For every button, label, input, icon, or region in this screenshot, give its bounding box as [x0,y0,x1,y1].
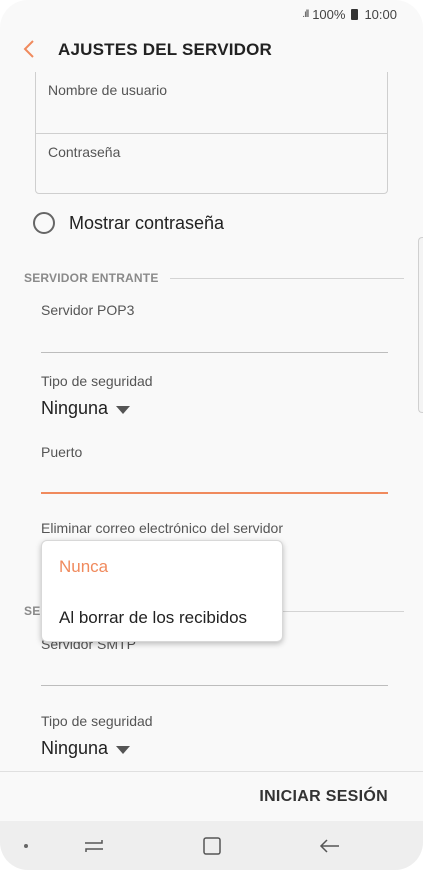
back-arrow-icon[interactable] [317,833,343,859]
login-button[interactable]: INICIAR SESIÓN [259,788,388,806]
system-nav-bar [0,821,423,870]
port-label: Puerto [41,444,83,460]
incoming-security-label: Tipo de seguridad [41,373,153,389]
section-divider [283,611,404,612]
smtp-server-input[interactable] [41,685,388,686]
incoming-security-select[interactable]: Ninguna [41,398,131,419]
outgoing-security-label: Tipo de seguridad [41,713,153,729]
signal-icon: .ıll [302,8,309,20]
recent-apps-icon[interactable] [81,833,107,859]
dropdown-arrow-icon [116,405,131,414]
password-label: Contraseña [48,144,121,160]
page-title: AJUSTES DEL SERVIDOR [58,40,273,59]
show-password-option[interactable]: Mostrar contraseña [33,212,224,234]
delete-from-server-label: Eliminar correo electrónico del servidor [41,520,283,536]
status-bar: .ıll 100% 10:00 [0,0,423,28]
dropdown-arrow-icon [116,745,131,754]
dropdown-option-never[interactable]: Nunca [59,557,108,577]
username-field[interactable]: Nombre de usuario [35,72,388,134]
clock: 10:00 [364,6,397,22]
outgoing-security-select[interactable]: Ninguna [41,738,131,759]
show-password-label: Mostrar contraseña [69,212,225,233]
scrollbar[interactable] [418,237,423,413]
delete-option-dropdown: Nunca Al borrar de los recibidos [41,540,283,642]
section-divider [170,278,404,279]
pop3-server-input[interactable] [41,352,388,353]
incoming-security-value: Ninguna [41,398,109,418]
nav-dot-indicator [24,844,28,848]
port-input[interactable] [41,492,388,494]
show-password-radio[interactable] [33,212,55,234]
outgoing-security-value: Ninguna [41,738,109,758]
battery-icon [351,8,359,20]
chevron-left-icon[interactable] [20,38,40,60]
pop3-server-label: Servidor POP3 [41,302,135,318]
outgoing-section-title: SE [24,604,41,618]
dropdown-option-on-delete-inbox[interactable]: Al borrar de los recibidos [59,608,247,628]
action-bar: INICIAR SESIÓN [0,771,423,821]
incoming-section-title: SERVIDOR ENTRANTE [24,271,159,285]
app-header: AJUSTES DEL SERVIDOR [0,28,423,72]
screen: .ıll 100% 10:00 AJUSTES DEL SERVIDOR Nom… [0,0,423,870]
battery-percent: 100% [312,6,346,22]
password-field[interactable]: Contraseña [35,133,388,194]
username-label: Nombre de usuario [48,82,168,98]
home-icon[interactable] [199,833,225,859]
